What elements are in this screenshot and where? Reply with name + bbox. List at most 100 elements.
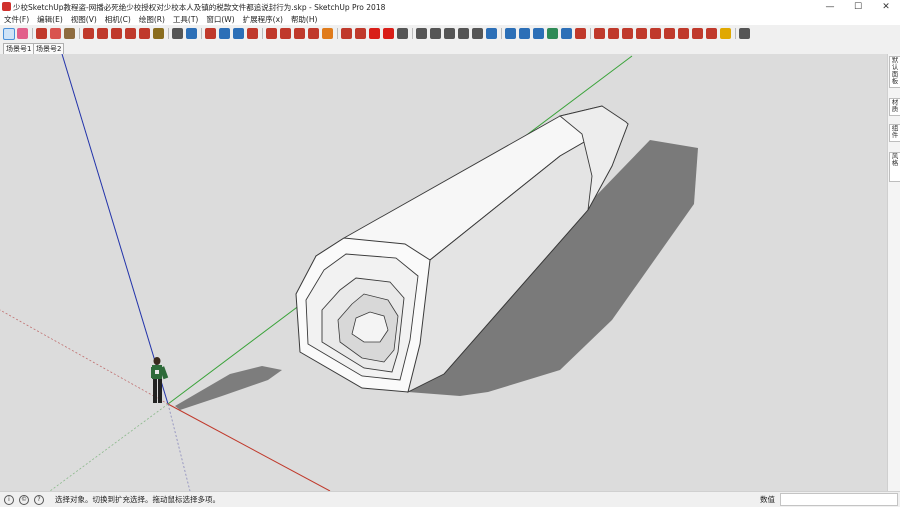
menu-extensions[interactable]: 扩展程序(x) bbox=[239, 14, 287, 25]
sandbox-from-contours-icon[interactable] bbox=[575, 28, 586, 39]
move-icon[interactable] bbox=[97, 28, 108, 39]
measurements-label: 数值 bbox=[760, 495, 775, 504]
title-bar: 少校SketchUp教程盗-网播必死绝少校授权对少校本人及镇的税款文件都追说封行… bbox=[0, 0, 900, 14]
toolbar-separator bbox=[501, 28, 502, 39]
tray-tab-styles[interactable]: 风格 bbox=[889, 152, 900, 182]
menu-draw[interactable]: 绘图(R) bbox=[135, 14, 169, 25]
extension-icon[interactable] bbox=[294, 28, 305, 39]
red-axis-line bbox=[167, 403, 331, 491]
toolbar-separator bbox=[32, 28, 33, 39]
xray-style-icon[interactable] bbox=[486, 28, 497, 39]
tab-scene-1[interactable]: 场景号1 bbox=[3, 43, 35, 54]
tape-measure-icon[interactable] bbox=[153, 28, 164, 39]
select-arrow-icon[interactable] bbox=[3, 28, 15, 40]
scene-tabs-bar: 场景号1 场景号2 bbox=[0, 42, 900, 54]
red-folder-icon[interactable] bbox=[369, 28, 380, 39]
sandbox-extra-icon[interactable] bbox=[678, 28, 689, 39]
minimize-button[interactable]: — bbox=[816, 0, 844, 14]
tray-tab-default[interactable]: 默认面板 bbox=[889, 56, 900, 88]
pan-icon[interactable] bbox=[219, 28, 230, 39]
drawing-viewport[interactable] bbox=[0, 54, 887, 491]
smoove-icon[interactable] bbox=[608, 28, 619, 39]
measurements-input[interactable] bbox=[780, 493, 898, 506]
add-detail-icon[interactable] bbox=[650, 28, 661, 39]
maximize-button[interactable]: ☐ bbox=[844, 0, 872, 14]
scale-icon[interactable] bbox=[125, 28, 136, 39]
red-book-icon[interactable] bbox=[383, 28, 394, 39]
orbit-icon[interactable] bbox=[205, 28, 216, 39]
toolbar-separator bbox=[735, 28, 736, 39]
toolbar-separator bbox=[262, 28, 263, 39]
settings-gear-icon[interactable] bbox=[322, 28, 333, 39]
pencil-line-icon[interactable] bbox=[36, 28, 47, 39]
menu-bar: 文件(F) 编辑(E) 视图(V) 相机(C) 绘图(R) 工具(T) 窗口(W… bbox=[0, 14, 900, 25]
status-bar: i © ? 选择对象。切换到扩充选择。拖动鼠标选择多项。 数值 bbox=[0, 491, 900, 507]
scene-canvas bbox=[0, 54, 698, 491]
window-title: 少校SketchUp教程盗-网播必死绝少校授权对少校本人及镇的税款文件都追说封行… bbox=[13, 3, 386, 12]
drape-icon[interactable] bbox=[636, 28, 647, 39]
paint-bucket-icon[interactable] bbox=[186, 28, 197, 39]
menu-edit[interactable]: 编辑(E) bbox=[33, 14, 67, 25]
menu-window[interactable]: 窗口(W) bbox=[202, 14, 238, 25]
green-axis-dotted bbox=[49, 403, 169, 491]
menu-view[interactable]: 视图(V) bbox=[67, 14, 101, 25]
back-view-icon[interactable] bbox=[458, 28, 469, 39]
monochrome-style-icon[interactable] bbox=[561, 28, 572, 39]
textured-style-icon[interactable] bbox=[547, 28, 558, 39]
toolbar-separator bbox=[412, 28, 413, 39]
toolbar-separator bbox=[337, 28, 338, 39]
iso-view-icon[interactable] bbox=[397, 28, 408, 39]
sun-icon[interactable] bbox=[720, 28, 731, 39]
status-message: 选择对象。切换到扩充选择。拖动鼠标选择多项。 bbox=[55, 495, 220, 504]
red-axis-dotted bbox=[0, 309, 169, 405]
tab-scene-2[interactable]: 场景号2 bbox=[33, 43, 65, 54]
eraser-icon[interactable] bbox=[17, 28, 28, 39]
hidden-line-style-icon[interactable] bbox=[519, 28, 530, 39]
toolbar-separator bbox=[201, 28, 202, 39]
close-button[interactable]: ✕ bbox=[872, 0, 900, 14]
credit-icon[interactable]: © bbox=[19, 495, 29, 505]
toolbar-separator bbox=[590, 28, 591, 39]
stamp-icon[interactable] bbox=[622, 28, 633, 39]
help-icon[interactable]: ? bbox=[34, 495, 44, 505]
right-view-icon[interactable] bbox=[444, 28, 455, 39]
menu-camera[interactable]: 相机(C) bbox=[101, 14, 135, 25]
rotate-icon[interactable] bbox=[111, 28, 122, 39]
menu-help[interactable]: 帮助(H) bbox=[287, 14, 322, 25]
left-view-icon[interactable] bbox=[472, 28, 483, 39]
toolbar-separator bbox=[168, 28, 169, 39]
blue-axis-line bbox=[61, 54, 169, 405]
info-icon[interactable]: i bbox=[4, 495, 14, 505]
wireframe-style-icon[interactable] bbox=[505, 28, 516, 39]
toolbar-separator bbox=[79, 28, 80, 39]
ruby-icon[interactable] bbox=[308, 28, 319, 39]
wrench-icon[interactable] bbox=[739, 28, 750, 39]
sandbox-extra-2-icon[interactable] bbox=[692, 28, 703, 39]
offset-icon[interactable] bbox=[139, 28, 150, 39]
menu-tools[interactable]: 工具(T) bbox=[169, 14, 202, 25]
blue-axis-dotted bbox=[167, 403, 191, 491]
tray-tab-materials[interactable]: 材质 bbox=[889, 98, 900, 116]
person-shadow bbox=[175, 366, 282, 410]
zoom-extents-icon[interactable] bbox=[247, 28, 258, 39]
sandbox-from-scratch-icon[interactable] bbox=[594, 28, 605, 39]
warehouse-icon[interactable] bbox=[266, 28, 277, 39]
components-icon[interactable] bbox=[280, 28, 291, 39]
menu-file[interactable]: 文件(F) bbox=[0, 14, 33, 25]
sketchup-logo-icon bbox=[2, 2, 11, 11]
zoom-icon[interactable] bbox=[233, 28, 244, 39]
front-view-icon[interactable] bbox=[430, 28, 441, 39]
push-pull-icon[interactable] bbox=[83, 28, 94, 39]
main-toolbar bbox=[0, 25, 900, 43]
sandbox-extra-3-icon[interactable] bbox=[706, 28, 717, 39]
top-view-icon[interactable] bbox=[416, 28, 427, 39]
shape-icon[interactable] bbox=[64, 28, 75, 39]
flip-edge-icon[interactable] bbox=[664, 28, 675, 39]
default-tray-panel: 默认面板 材质 组件 风格 bbox=[887, 54, 900, 491]
model-info-icon[interactable] bbox=[341, 28, 352, 39]
arc-icon[interactable] bbox=[50, 28, 61, 39]
text-icon[interactable] bbox=[172, 28, 183, 39]
tray-tab-components[interactable]: 组件 bbox=[889, 124, 900, 142]
shaded-style-icon[interactable] bbox=[533, 28, 544, 39]
layout-send-icon[interactable] bbox=[355, 28, 366, 39]
